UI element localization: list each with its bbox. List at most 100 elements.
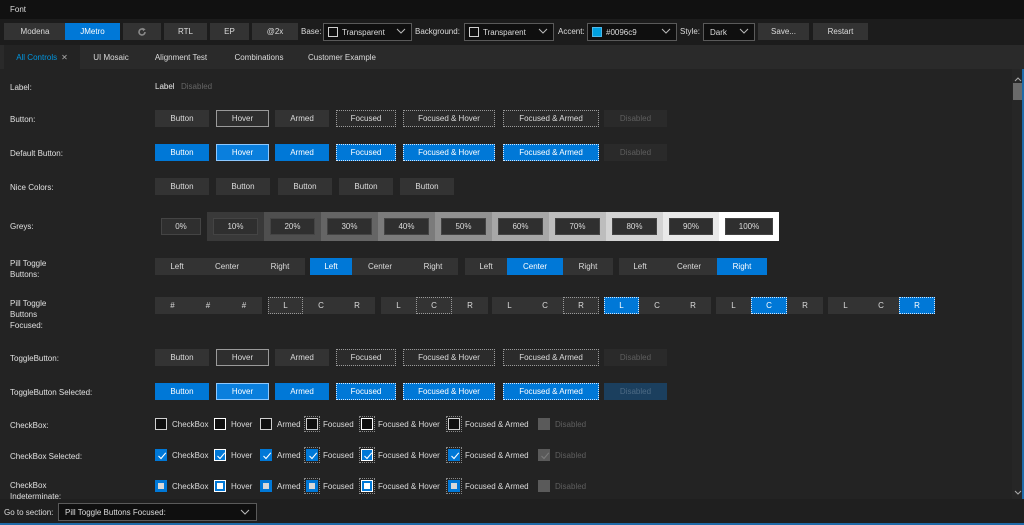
default-button-state-0[interactable]: Button bbox=[155, 144, 209, 161]
nice-color-button[interactable]: Button bbox=[278, 178, 332, 195]
pill-toggle-focused-c[interactable]: C bbox=[527, 297, 563, 314]
nice-color-button[interactable]: Button bbox=[216, 178, 270, 195]
pill-toggle-left[interactable]: Left bbox=[310, 258, 352, 275]
default-button-state-4[interactable]: Focused & Hover bbox=[403, 144, 495, 161]
tab-customer-example[interactable]: Customer Example bbox=[298, 45, 386, 69]
pill-toggle-focused-hash[interactable]: # bbox=[226, 297, 262, 314]
base-combo[interactable]: Transparent bbox=[323, 23, 412, 41]
button-state-3[interactable]: Focused bbox=[336, 110, 396, 127]
pill-toggle-center[interactable]: Center bbox=[352, 258, 408, 275]
button-state-1[interactable]: Hover bbox=[216, 110, 269, 127]
button-state-0[interactable]: Button bbox=[155, 110, 209, 127]
default-button-state-2[interactable]: Armed bbox=[275, 144, 329, 161]
button-state-4[interactable]: Focused & Hover bbox=[403, 110, 495, 127]
pill-toggle-center[interactable]: Center bbox=[507, 258, 563, 275]
toggle-button-selected-state-0[interactable]: Button bbox=[155, 383, 209, 400]
checkbox-indeterminate[interactable]: Focused & Hover bbox=[359, 478, 440, 494]
pill-toggle-center[interactable]: Center bbox=[199, 258, 255, 275]
restart-button[interactable]: Restart bbox=[813, 23, 868, 40]
pill-toggle-focused-r[interactable]: R bbox=[452, 297, 488, 314]
default-button-state-3[interactable]: Focused bbox=[336, 144, 396, 161]
checkbox-selected[interactable]: CheckBox bbox=[155, 447, 208, 463]
pill-toggle-focused-r[interactable]: R bbox=[899, 297, 935, 314]
pill-toggle-focused-l[interactable]: L bbox=[492, 297, 527, 314]
grey-button[interactable]: 60% bbox=[498, 218, 543, 235]
checkbox-indeterminate[interactable]: Hover bbox=[214, 478, 252, 494]
theme-jmetro-button[interactable]: JMetro bbox=[65, 23, 120, 40]
checkbox-selected[interactable]: Focused bbox=[304, 447, 354, 463]
pill-toggle-focused-r[interactable]: R bbox=[675, 297, 711, 314]
goto-section-combo[interactable]: Pill Toggle Buttons Focused: bbox=[58, 503, 257, 521]
checkbox-selected[interactable]: Focused & Armed bbox=[446, 447, 529, 463]
pill-toggle-focused-l[interactable]: L bbox=[828, 297, 863, 314]
nice-color-button[interactable]: Button bbox=[339, 178, 393, 195]
checkbox-selected[interactable]: Focused & Hover bbox=[359, 447, 440, 463]
grey-button[interactable]: 50% bbox=[441, 218, 486, 235]
pill-toggle-focused-c[interactable]: C bbox=[639, 297, 675, 314]
checkbox-unchecked[interactable]: Focused bbox=[304, 416, 354, 432]
default-button-state-1[interactable]: Hover bbox=[216, 144, 269, 161]
style-combo[interactable]: Dark bbox=[703, 23, 755, 41]
checkbox-selected[interactable]: Armed bbox=[260, 447, 301, 463]
grey-button[interactable]: 80% bbox=[612, 218, 657, 235]
checkbox-unchecked[interactable]: CheckBox bbox=[155, 416, 208, 432]
toggle-button-state-3[interactable]: Focused bbox=[336, 349, 396, 366]
pill-toggle-focused-l[interactable]: L bbox=[604, 297, 639, 314]
checkbox-unchecked[interactable]: Focused & Armed bbox=[446, 416, 529, 432]
pill-toggle-focused-c[interactable]: C bbox=[751, 297, 787, 314]
grey-button[interactable]: 100% bbox=[725, 218, 773, 235]
toggle-button-selected-state-5[interactable]: Focused & Armed bbox=[503, 383, 599, 400]
grey-button[interactable]: 20% bbox=[270, 218, 315, 235]
save-button[interactable]: Save... bbox=[758, 23, 809, 40]
pill-toggle-focused-c[interactable]: C bbox=[303, 297, 339, 314]
pill-toggle-right[interactable]: Right bbox=[717, 258, 767, 275]
checkbox-unchecked[interactable]: Hover bbox=[214, 416, 252, 432]
pill-toggle-focused-l[interactable]: L bbox=[268, 297, 303, 314]
toggle-button-state-1[interactable]: Hover bbox=[216, 349, 269, 366]
accent-combo[interactable]: #0096c9 bbox=[587, 23, 677, 41]
theme-modena-button[interactable]: Modena bbox=[4, 23, 66, 40]
checkbox-indeterminate[interactable]: Focused bbox=[304, 478, 354, 494]
pill-toggle-focused-l[interactable]: L bbox=[381, 297, 416, 314]
grey-button[interactable]: 40% bbox=[384, 218, 429, 235]
toggle-button-selected-state-4[interactable]: Focused & Hover bbox=[403, 383, 495, 400]
checkbox-indeterminate[interactable]: CheckBox bbox=[155, 478, 208, 494]
grey-button[interactable]: 70% bbox=[555, 218, 600, 235]
pill-toggle-focused-hash[interactable]: # bbox=[190, 297, 226, 314]
toggle-button-selected-state-3[interactable]: Focused bbox=[336, 383, 396, 400]
pill-toggle-right[interactable]: Right bbox=[255, 258, 305, 275]
toggle-button-state-0[interactable]: Button bbox=[155, 349, 209, 366]
grey-button[interactable]: 30% bbox=[327, 218, 372, 235]
button-state-5[interactable]: Focused & Armed bbox=[503, 110, 599, 127]
scale-2x-button[interactable]: @2x bbox=[252, 23, 298, 40]
pill-toggle-focused-r[interactable]: R bbox=[787, 297, 823, 314]
pill-toggle-focused-c[interactable]: C bbox=[416, 297, 452, 314]
nice-color-button[interactable]: Button bbox=[400, 178, 454, 195]
pill-toggle-right[interactable]: Right bbox=[408, 258, 458, 275]
pill-toggle-focused-hash[interactable]: # bbox=[155, 297, 190, 314]
nice-color-button[interactable]: Button bbox=[155, 178, 209, 195]
toggle-button-state-5[interactable]: Focused & Armed bbox=[503, 349, 599, 366]
rtl-button[interactable]: RTL bbox=[164, 23, 207, 40]
button-state-2[interactable]: Armed bbox=[275, 110, 329, 127]
checkbox-selected[interactable]: Hover bbox=[214, 447, 252, 463]
tab-alignment-test[interactable]: Alignment Test bbox=[142, 45, 220, 69]
grey-button[interactable]: 10% bbox=[213, 218, 258, 235]
pill-toggle-focused-r[interactable]: R bbox=[563, 297, 599, 314]
toggle-button-selected-state-2[interactable]: Armed bbox=[275, 383, 329, 400]
checkbox-unchecked[interactable]: Armed bbox=[260, 416, 301, 432]
grey-button[interactable]: 90% bbox=[669, 218, 713, 235]
checkbox-indeterminate[interactable]: Armed bbox=[260, 478, 301, 494]
checkbox-unchecked[interactable]: Focused & Hover bbox=[359, 416, 440, 432]
tab-all-controls[interactable]: All Controls ✕ bbox=[4, 45, 80, 69]
toggle-button-state-2[interactable]: Armed bbox=[275, 349, 329, 366]
close-icon[interactable]: ✕ bbox=[61, 53, 68, 62]
tab-combinations[interactable]: Combinations bbox=[220, 45, 298, 69]
toggle-button-selected-state-1[interactable]: Hover bbox=[216, 383, 269, 400]
pill-toggle-left[interactable]: Left bbox=[619, 258, 661, 275]
refresh-button[interactable] bbox=[123, 23, 161, 40]
background-combo[interactable]: Transparent bbox=[464, 23, 554, 41]
pill-toggle-focused-l[interactable]: L bbox=[716, 297, 751, 314]
checkbox-indeterminate[interactable]: Focused & Armed bbox=[446, 478, 529, 494]
toggle-button-state-4[interactable]: Focused & Hover bbox=[403, 349, 495, 366]
